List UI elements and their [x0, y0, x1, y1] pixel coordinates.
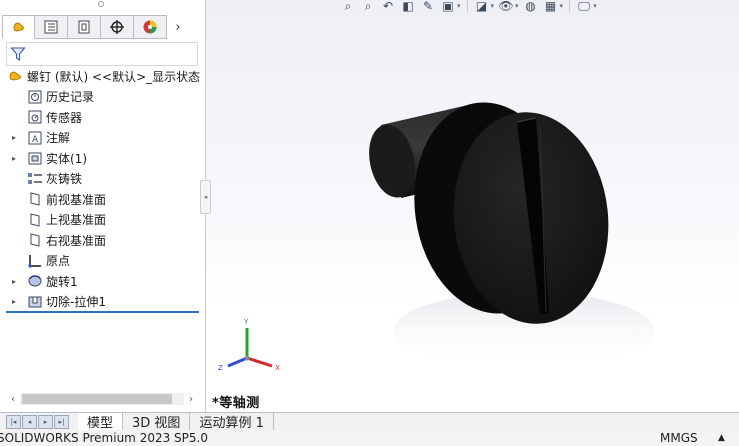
last-tab-icon[interactable]: ▸| — [54, 414, 69, 429]
part-model[interactable] — [206, 0, 739, 412]
property-manager-icon — [44, 20, 58, 34]
svg-text:A: A — [32, 135, 39, 145]
reference-triad: Y X Z — [218, 318, 280, 372]
triad-y-label: Y — [243, 318, 249, 326]
status-bar: SOLIDWORKS Premium 2023 SP5.0 MMGS ▲ — [0, 430, 739, 446]
previous-tab-icon[interactable]: ◂ — [22, 414, 37, 429]
tree-item-solid-bodies[interactable]: ▸ 实体(1) — [0, 148, 205, 169]
dimxpert-manager-tab[interactable] — [101, 15, 134, 39]
cut-extrude-icon — [27, 294, 43, 310]
configuration-manager-icon — [78, 20, 90, 34]
expand-arrow-icon[interactable]: ▸ — [12, 133, 20, 142]
tree-item-cut-extrude[interactable]: ▸ 切除-拉伸1 — [0, 292, 205, 313]
display-manager-icon — [143, 20, 157, 34]
view-orientation-label: *等轴测 — [212, 396, 260, 411]
tree-item-right-plane[interactable]: 右视基准面 — [0, 230, 205, 251]
tree-item-top-plane[interactable]: 上视基准面 — [0, 210, 205, 231]
expand-arrow-icon[interactable]: ▸ — [12, 297, 20, 306]
solid-bodies-icon — [27, 150, 43, 166]
feature-manager-tab[interactable] — [2, 15, 35, 39]
tree-horizontal-scrollbar[interactable]: ‹ › — [6, 391, 198, 407]
bottom-tab-bar: |◂ ◂ ▸ ▸| 模型 3D 视图 运动算例 1 — [0, 412, 739, 431]
more-tabs-chevron-icon[interactable]: › — [167, 15, 189, 39]
tree-item-sensors[interactable]: 传感器 — [0, 107, 205, 128]
tab-navigation: |◂ ◂ ▸ ▸| — [0, 413, 78, 430]
display-manager-tab[interactable] — [134, 15, 167, 39]
tree-item-material[interactable]: 灰铸铁 — [0, 169, 205, 190]
panel-collapse-handle-icon[interactable]: ◂ — [200, 180, 211, 214]
tree-item-annotations[interactable]: ▸ A 注解 — [0, 128, 205, 149]
graphics-viewport[interactable]: ⌕ ⌕ ↶ ◧ ✎ ▣ ▾ ◪ ▾ 👁 ▾ ◍ ▦ ▾ 🖵 ▾ Y X Z *等… — [206, 0, 739, 412]
scrollbar-thumb[interactable] — [22, 394, 172, 404]
configuration-manager-tab[interactable] — [68, 15, 101, 39]
tree-item-front-plane[interactable]: 前视基准面 — [0, 189, 205, 210]
manager-tabs: › — [2, 15, 189, 39]
unit-system-selector[interactable]: MMGS — [660, 430, 698, 446]
scroll-right-arrow-icon[interactable]: › — [184, 394, 198, 405]
panel-grip-icon[interactable] — [98, 1, 104, 7]
product-version-text: SOLIDWORKS Premium 2023 SP5.0 — [0, 431, 208, 445]
revolve-icon — [27, 273, 43, 289]
triad-x-label: X — [275, 364, 280, 372]
material-icon — [27, 171, 43, 187]
expand-arrow-icon[interactable]: ▸ — [12, 277, 20, 286]
feature-manager-panel: › 螺钉 (默认) <<默认>_显示状态 历史记录 传感器 ▸ A 注解 ▸ 实… — [0, 0, 211, 412]
tree-item-revolve[interactable]: ▸ 旋转1 — [0, 271, 205, 292]
plane-icon — [27, 212, 43, 228]
annotation-icon: A — [27, 130, 43, 146]
expand-arrow-icon[interactable]: ▸ — [12, 154, 20, 163]
plane-icon — [27, 232, 43, 248]
dimxpert-icon — [110, 20, 124, 34]
tab-model[interactable]: 模型 — [78, 413, 124, 431]
tree-root-label: 螺钉 (默认) <<默认>_显示状态 — [27, 69, 201, 84]
unit-system-caret-icon[interactable]: ▲ — [718, 430, 725, 446]
scroll-left-arrow-icon[interactable]: ‹ — [6, 394, 20, 405]
filter-icon[interactable] — [10, 46, 26, 62]
next-tab-icon[interactable]: ▸ — [38, 414, 53, 429]
tree-item-history[interactable]: 历史记录 — [0, 87, 205, 108]
part-icon — [8, 68, 24, 84]
sensor-icon — [27, 109, 43, 125]
history-icon — [27, 89, 43, 105]
tree-filter-box[interactable] — [6, 42, 198, 66]
tab-3d-views[interactable]: 3D 视图 — [123, 413, 191, 431]
feature-manager-icon — [13, 22, 24, 32]
rollback-bar[interactable] — [6, 311, 199, 313]
tab-motion-study[interactable]: 运动算例 1 — [190, 413, 274, 431]
origin-icon — [27, 253, 43, 269]
property-manager-tab[interactable] — [35, 15, 68, 39]
plane-icon — [27, 191, 43, 207]
first-tab-icon[interactable]: |◂ — [6, 414, 21, 429]
scrollbar-track[interactable] — [20, 393, 184, 405]
feature-tree: 螺钉 (默认) <<默认>_显示状态 历史记录 传感器 ▸ A 注解 ▸ 实体(… — [0, 66, 205, 312]
tree-item-origin[interactable]: 原点 — [0, 251, 205, 272]
tree-root-part[interactable]: 螺钉 (默认) <<默认>_显示状态 — [0, 66, 205, 87]
triad-z-label: Z — [218, 364, 223, 372]
